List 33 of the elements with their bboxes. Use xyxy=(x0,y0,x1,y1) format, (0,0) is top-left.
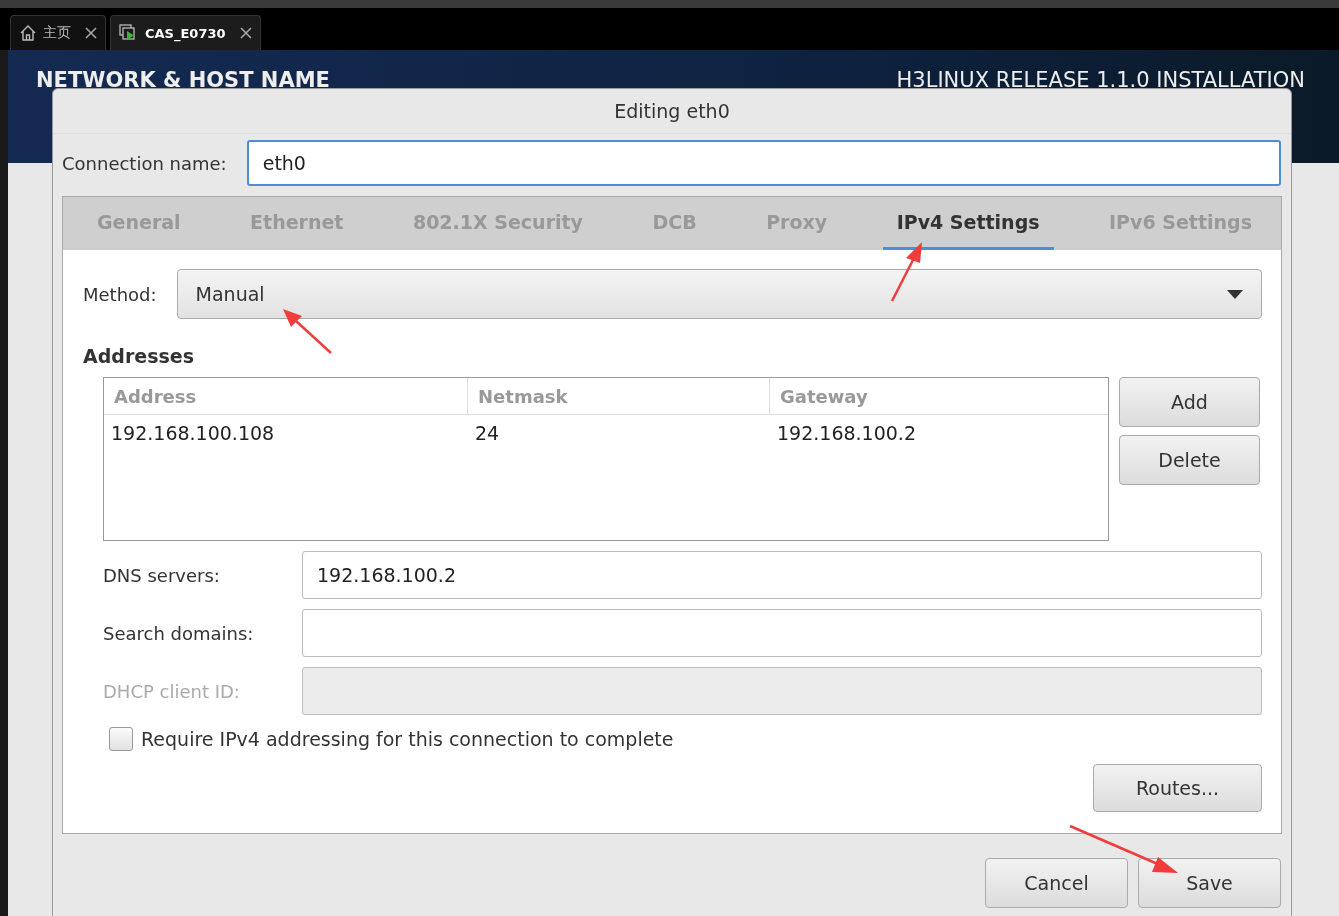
table-cell-text: 192.168.100.2 xyxy=(776,421,917,446)
field-label: Search domains: xyxy=(103,622,255,644)
checkbox-label: Require IPv4 addressing for this connection to complete xyxy=(141,728,674,750)
release-title: H3LINUX RELEASE 1.1.0 INSTALLATION xyxy=(896,68,1305,92)
routes-button[interactable]: Routes... xyxy=(1093,764,1262,812)
checkbox[interactable] xyxy=(109,727,133,751)
annotation-arrow xyxy=(890,242,922,302)
table-cell-text: 192.168.100.108 xyxy=(110,421,276,446)
settings-tab[interactable]: IPv4 Settings xyxy=(882,197,1054,250)
input-field[interactable] xyxy=(302,667,1262,715)
address-button[interactable]: Add xyxy=(1119,377,1260,427)
close-icon[interactable] xyxy=(85,27,97,39)
input-field[interactable] xyxy=(302,609,1262,657)
field-label: Connection name: xyxy=(62,152,227,174)
field-label: Method: xyxy=(83,283,157,305)
input-field[interactable]: 192.168.100.2 xyxy=(302,551,1262,599)
installer-heading: NETWORK & HOST NAME xyxy=(36,68,330,92)
field-label: DHCP client ID: xyxy=(103,680,241,702)
dialog-button[interactable]: Cancel xyxy=(985,858,1128,908)
connection-name-field[interactable]: eth0 xyxy=(246,140,1281,186)
annotation-arrow xyxy=(283,309,332,354)
table-cell-text: 24 xyxy=(474,421,501,446)
address-button[interactable]: Delete xyxy=(1119,435,1260,485)
field-label: DNS servers: xyxy=(103,564,221,586)
method-dropdown[interactable]: Manual xyxy=(176,269,1262,319)
section-heading: Addresses xyxy=(83,345,195,367)
dialog-button[interactable]: Save xyxy=(1138,858,1281,908)
close-icon[interactable] xyxy=(239,27,252,39)
browser-tab[interactable]: 主页 xyxy=(10,15,106,50)
home-icon xyxy=(19,24,37,42)
dropdown-caret-icon xyxy=(1227,289,1243,299)
browser-tab[interactable]: CAS_E0730 xyxy=(110,15,261,50)
dialog-title: Editing eth0 xyxy=(53,89,1291,134)
